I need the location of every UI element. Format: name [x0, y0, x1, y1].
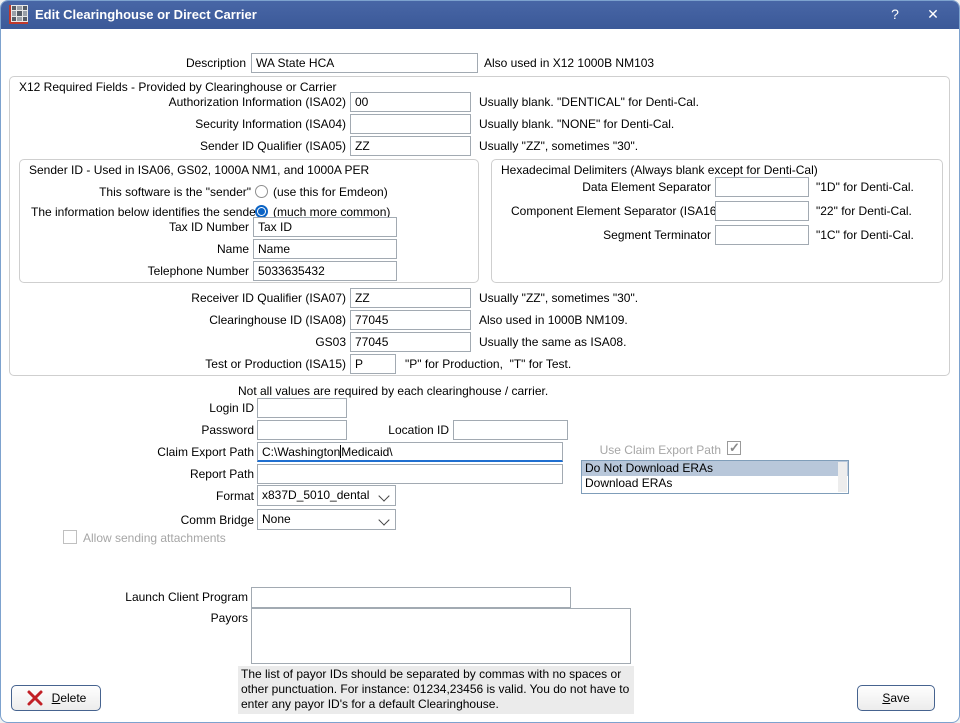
close-icon[interactable]: ✕ [921, 6, 945, 24]
payors-label: Payors [210, 611, 248, 625]
telephone-label: Telephone Number [147, 264, 249, 278]
description-hint: Also used in X12 1000B NM103 [484, 56, 655, 70]
data-element-separator-input[interactable] [715, 177, 809, 197]
sender-name-input[interactable] [253, 239, 397, 259]
isa04-input[interactable] [350, 114, 471, 134]
description-input[interactable] [251, 53, 478, 73]
sender-group-title: Sender ID - Used in ISA06, GS02, 1000A N… [29, 163, 370, 177]
format-dropdown-value: x837D_5010_dental [262, 488, 370, 502]
comm-bridge-dropdown-value: None [262, 512, 291, 526]
sender-radio1-hint: (use this for Emdeon) [273, 185, 388, 199]
tax-id-input[interactable] [253, 217, 397, 237]
isa15-input[interactable] [350, 354, 396, 374]
comm-bridge-label: Comm Bridge [180, 513, 254, 527]
red-x-icon [27, 690, 43, 706]
component-separator-label: Component Element Separator (ISA16) [511, 204, 721, 218]
isa05-input[interactable] [350, 136, 471, 156]
isa08-input[interactable] [350, 310, 471, 330]
payors-note: The list of payor IDs should be separate… [238, 666, 634, 714]
payors-textarea[interactable] [251, 608, 631, 664]
sender-radio1-label: This software is the "sender" [99, 185, 251, 199]
era-option-download[interactable]: Download ERAs [582, 476, 848, 491]
gs03-label: GS03 [315, 335, 346, 349]
component-separator-input[interactable] [715, 201, 809, 221]
isa02-hint: Usually blank. "DENTICAL" for Denti-Cal. [479, 95, 699, 109]
window-title: Edit Clearinghouse or Direct Carrier [35, 7, 257, 22]
title-bar: Edit Clearinghouse or Direct Carrier ? ✕ [1, 1, 959, 29]
era-listbox[interactable]: Do Not Download ERAs Download ERAs [581, 460, 849, 494]
isa08-label: Clearinghouse ID (ISA08) [209, 313, 346, 327]
launch-client-program-input[interactable] [251, 587, 571, 608]
sender-name-label: Name [216, 242, 249, 256]
login-id-input[interactable] [257, 398, 347, 418]
data-element-separator-label: Data Element Separator [582, 180, 711, 194]
help-button[interactable]: ? [883, 6, 907, 24]
use-claim-export-checkbox [727, 440, 741, 456]
era-option-do-not-download[interactable]: Do Not Download ERAs [582, 461, 848, 476]
sender-radio1[interactable] [255, 185, 268, 198]
gs03-hint: Usually the same as ISA08. [479, 335, 627, 349]
isa07-hint: Usually "ZZ", sometimes "30". [479, 291, 639, 305]
isa05-hint: Usually "ZZ", sometimes "30". [479, 139, 639, 153]
app-grid-icon [9, 5, 28, 24]
sender-radio2-label: The information below identifies the sen… [31, 205, 260, 219]
location-id-label: Location ID [388, 423, 449, 437]
login-id-label: Login ID [209, 401, 254, 415]
isa08-hint: Also used in 1000B NM109. [479, 313, 628, 327]
report-path-label: Report Path [189, 467, 254, 481]
description-label: Description [185, 56, 246, 70]
launch-client-program-label: Launch Client Program [125, 590, 248, 604]
claim-export-path-text-pre: C:\Washington [262, 445, 341, 459]
gs03-input[interactable] [350, 332, 471, 352]
claim-export-path-text-post: Medicaid\ [341, 445, 393, 459]
x12-group-title: X12 Required Fields - Provided by Cleari… [19, 80, 337, 94]
claim-export-path-input[interactable]: C:\WashingtonMedicaid\ [257, 442, 563, 462]
format-label: Format [215, 489, 254, 503]
chevron-down-icon [378, 490, 390, 502]
password-label: Password [201, 423, 254, 437]
hex-group-title: Hexadecimal Delimiters (Always blank exc… [501, 163, 818, 177]
isa05-label: Sender ID Qualifier (ISA05) [199, 139, 346, 153]
use-claim-export-label: Use Claim Export Path [599, 443, 721, 457]
chevron-down-icon [378, 514, 390, 526]
era-listbox-scrollbar[interactable] [838, 462, 847, 492]
segment-terminator-hint: "1C" for Denti-Cal. [816, 228, 914, 242]
delete-button[interactable]: Delete [11, 685, 101, 711]
telephone-input[interactable] [253, 261, 397, 281]
comm-bridge-dropdown[interactable]: None [257, 509, 396, 530]
report-path-input[interactable] [257, 464, 563, 484]
tax-id-label: Tax ID Number [168, 220, 249, 234]
claim-export-path-label: Claim Export Path [157, 445, 254, 459]
segment-terminator-label: Segment Terminator [603, 228, 711, 242]
isa15-label: Test or Production (ISA15) [205, 357, 346, 371]
allow-attachments-label: Allow sending attachments [83, 531, 226, 545]
required-note: Not all values are required by each clea… [238, 384, 549, 398]
component-separator-hint: "22" for Denti-Cal. [816, 204, 912, 218]
save-button-label: Save [882, 691, 910, 705]
sender-groupbox [19, 159, 479, 283]
location-id-input[interactable] [453, 420, 568, 440]
password-input[interactable] [257, 420, 347, 440]
format-dropdown[interactable]: x837D_5010_dental [257, 485, 396, 506]
isa15-hint: "P" for Production, "T" for Test. [405, 357, 572, 371]
isa02-label: Authorization Information (ISA02) [168, 95, 346, 109]
isa07-input[interactable] [350, 288, 471, 308]
save-button[interactable]: Save [857, 685, 935, 711]
isa07-label: Receiver ID Qualifier (ISA07) [191, 291, 346, 305]
allow-attachments-checkbox [63, 530, 77, 544]
delete-button-label: Delete [51, 691, 87, 705]
isa02-input[interactable] [350, 92, 471, 112]
edit-clearinghouse-dialog: Edit Clearinghouse or Direct Carrier ? ✕… [0, 0, 960, 723]
isa04-hint: Usually blank. "NONE" for Denti-Cal. [479, 117, 675, 131]
data-element-separator-hint: "1D" for Denti-Cal. [816, 180, 914, 194]
isa04-label: Security Information (ISA04) [195, 117, 346, 131]
segment-terminator-input[interactable] [715, 225, 809, 245]
